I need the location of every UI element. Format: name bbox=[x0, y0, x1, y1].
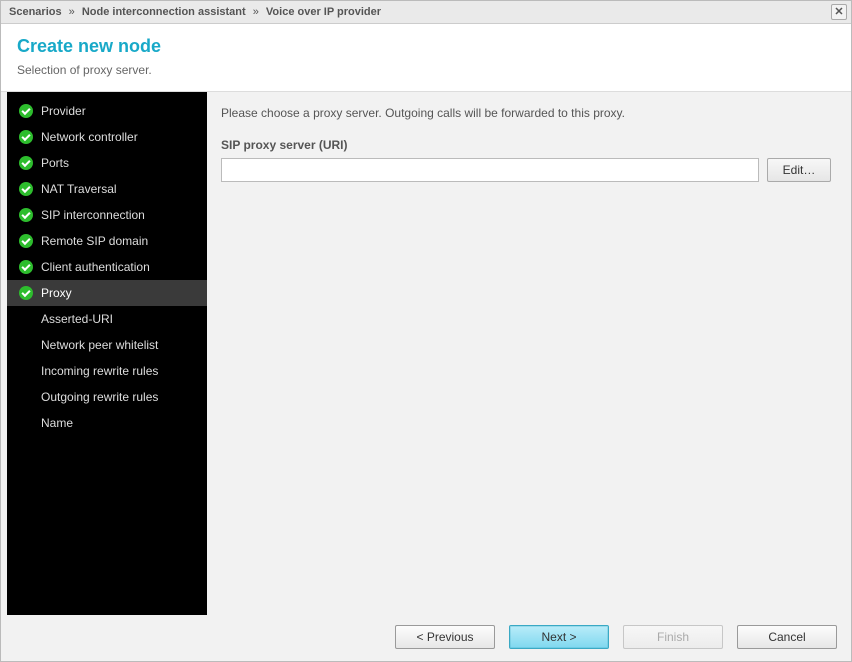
cancel-button[interactable]: Cancel bbox=[737, 625, 837, 649]
instruction-text: Please choose a proxy server. Outgoing c… bbox=[221, 106, 831, 120]
wizard-step-item[interactable]: Ports bbox=[7, 150, 207, 176]
next-button[interactable]: Next > bbox=[509, 625, 609, 649]
wizard-step-item[interactable]: Outgoing rewrite rules bbox=[7, 384, 207, 410]
wizard-window: Scenarios » Node interconnection assista… bbox=[0, 0, 852, 662]
page-subtitle: Selection of proxy server. bbox=[17, 63, 835, 77]
wizard-step-label: Outgoing rewrite rules bbox=[41, 389, 158, 405]
edit-button[interactable]: Edit… bbox=[767, 158, 831, 182]
wizard-main: Please choose a proxy server. Outgoing c… bbox=[207, 92, 845, 615]
sip-proxy-input[interactable] bbox=[221, 158, 759, 182]
check-icon bbox=[19, 286, 33, 300]
previous-button[interactable]: < Previous bbox=[395, 625, 495, 649]
wizard-step-label: Proxy bbox=[41, 285, 72, 301]
wizard-step-label: Name bbox=[41, 415, 73, 431]
wizard-step-label: Remote SIP domain bbox=[41, 233, 148, 249]
breadcrumb-seg: Scenarios bbox=[9, 6, 62, 18]
check-icon bbox=[19, 260, 33, 274]
check-icon bbox=[19, 156, 33, 170]
wizard-step-item[interactable]: Network controller bbox=[7, 124, 207, 150]
breadcrumb-sep: » bbox=[253, 6, 259, 18]
check-icon bbox=[19, 234, 33, 248]
breadcrumb-seg: Voice over IP provider bbox=[266, 6, 381, 18]
wizard-step-item[interactable]: NAT Traversal bbox=[7, 176, 207, 202]
wizard-step-label: SIP interconnection bbox=[41, 207, 145, 223]
breadcrumb-seg: Node interconnection assistant bbox=[82, 6, 246, 18]
wizard-step-label: Network peer whitelist bbox=[41, 337, 158, 353]
wizard-step-item[interactable]: Incoming rewrite rules bbox=[7, 358, 207, 384]
close-button[interactable]: ✕ bbox=[831, 4, 847, 20]
field-row: Edit… bbox=[221, 158, 831, 182]
check-icon bbox=[19, 182, 33, 196]
wizard-header: Create new node Selection of proxy serve… bbox=[1, 24, 851, 92]
finish-button: Finish bbox=[623, 625, 723, 649]
check-icon bbox=[19, 208, 33, 222]
field-label: SIP proxy server (URI) bbox=[221, 138, 831, 152]
wizard-footer: < Previous Next > Finish Cancel bbox=[1, 615, 851, 661]
wizard-step-item[interactable]: Network peer whitelist bbox=[7, 332, 207, 358]
wizard-step-item[interactable]: Name bbox=[7, 410, 207, 436]
wizard-body: Provider Network controller Ports NAT Trave… bbox=[1, 92, 851, 615]
check-icon bbox=[19, 104, 33, 118]
wizard-step-item[interactable]: Asserted-URI bbox=[7, 306, 207, 332]
breadcrumb-sep: » bbox=[69, 6, 75, 18]
titlebar: Scenarios » Node interconnection assista… bbox=[1, 1, 851, 24]
wizard-step-label: Network controller bbox=[41, 129, 138, 145]
wizard-step-label: Ports bbox=[41, 155, 69, 171]
wizard-step-label: NAT Traversal bbox=[41, 181, 117, 197]
wizard-step-label: Client authentication bbox=[41, 259, 150, 275]
wizard-step-item[interactable]: Provider bbox=[7, 98, 207, 124]
wizard-step-label: Asserted-URI bbox=[41, 311, 113, 327]
wizard-step-list: Provider Network controller Ports NAT Trave… bbox=[7, 92, 207, 615]
wizard-step-label: Incoming rewrite rules bbox=[41, 363, 158, 379]
wizard-step-label: Provider bbox=[41, 103, 86, 119]
breadcrumb: Scenarios » Node interconnection assista… bbox=[9, 6, 381, 18]
wizard-step-item[interactable]: SIP interconnection bbox=[7, 202, 207, 228]
check-icon bbox=[19, 130, 33, 144]
wizard-step-item[interactable]: Client authentication bbox=[7, 254, 207, 280]
close-icon: ✕ bbox=[834, 7, 843, 18]
wizard-step-item[interactable]: Proxy bbox=[7, 280, 207, 306]
wizard-step-item[interactable]: Remote SIP domain bbox=[7, 228, 207, 254]
page-title: Create new node bbox=[17, 36, 835, 57]
